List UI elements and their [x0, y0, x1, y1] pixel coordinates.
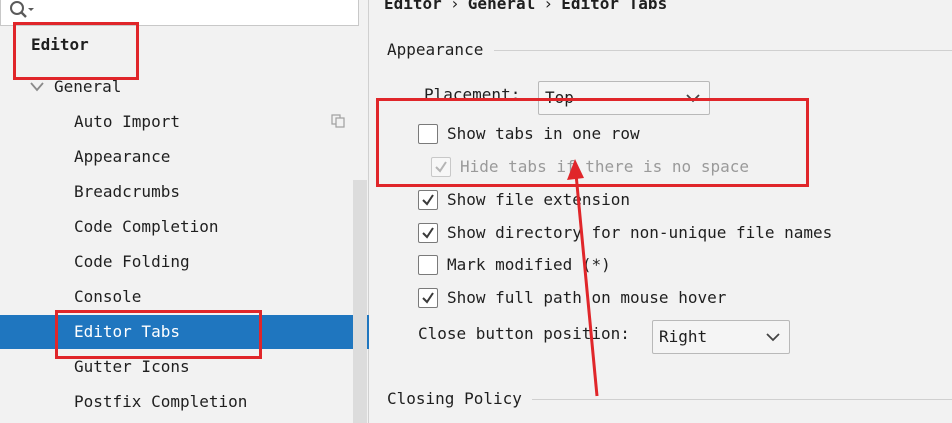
breadcrumb-item: Editor	[384, 0, 442, 13]
tree-item-code-folding[interactable]: Code Folding	[0, 245, 369, 279]
tree-item-label: Postfix Completion	[74, 392, 248, 411]
tree-item-editor[interactable]: Editor	[0, 28, 369, 62]
option-label: Show directory for non-unique file names	[447, 223, 833, 242]
option-label: Hide tabs if there is no space	[460, 157, 749, 176]
breadcrumb-item: General	[467, 0, 536, 13]
tree-item-label: Auto Import	[74, 112, 180, 131]
tree-item-label: General	[54, 77, 122, 96]
section-title-appearance: Appearance	[387, 40, 484, 59]
tree-item-code-completion[interactable]: Code Completion	[0, 210, 369, 244]
placement-value: Top	[545, 88, 574, 107]
tree-item-breadcrumbs[interactable]: Breadcrumbs	[0, 175, 369, 209]
breadcrumb-separator: ›	[543, 0, 554, 13]
settings-sidebar: Editor General Auto Import Appearance Br…	[0, 0, 369, 423]
show-directory-checkbox[interactable]	[418, 223, 438, 243]
tree-item-postfix-completion[interactable]: Postfix Completion	[0, 385, 369, 419]
tree-item-label: Gutter Icons	[74, 357, 190, 376]
checkmark-icon	[422, 227, 434, 239]
chevron-down-icon	[686, 94, 700, 103]
tree-item-label: Code Completion	[74, 217, 219, 236]
chevron-down-icon[interactable]	[30, 81, 44, 93]
section-title-closing-policy: Closing Policy	[387, 389, 522, 408]
checkmark-icon	[422, 194, 434, 206]
show-file-extension-checkbox[interactable]	[418, 190, 438, 210]
option-label: Show tabs in one row	[447, 124, 640, 143]
section-divider	[532, 399, 952, 400]
hide-tabs-if-no-space-checkbox	[431, 157, 451, 177]
tree-item-label: Appearance	[74, 147, 171, 166]
checkmark-icon	[422, 292, 434, 304]
tree-item-auto-import[interactable]: Auto Import	[0, 105, 369, 139]
option-label: Show full path on mouse hover	[447, 288, 727, 307]
placement-label: Placement:	[424, 85, 521, 104]
checkmark-icon	[435, 161, 447, 173]
show-tabs-in-one-row-checkbox[interactable]	[418, 124, 438, 144]
tree-item-general[interactable]: General	[0, 70, 369, 104]
placement-dropdown[interactable]: Top	[538, 81, 710, 115]
tree-item-label: Code Folding	[74, 252, 190, 271]
option-label: Mark modified (*)	[447, 255, 611, 274]
show-full-path-checkbox[interactable]	[418, 288, 438, 308]
tree-item-label: Breadcrumbs	[74, 182, 180, 201]
breadcrumb-separator: ›	[449, 0, 460, 13]
tree-item-label: Editor	[31, 35, 89, 54]
breadcrumb: Editor › General › Editor Tabs	[384, 0, 667, 14]
tree-item-label: Console	[74, 287, 142, 306]
tree-item-appearance[interactable]: Appearance	[0, 140, 369, 174]
breadcrumb-item: Editor Tabs	[561, 0, 668, 13]
chevron-down-icon	[766, 333, 780, 342]
close-button-position-value: Right	[659, 327, 708, 346]
close-button-position-label: Close button position:	[418, 324, 630, 343]
search-icon[interactable]	[7, 0, 37, 22]
section-divider	[494, 50, 952, 51]
tree-item-editor-tabs[interactable]: Editor Tabs	[0, 315, 369, 349]
settings-search-input[interactable]	[0, 0, 359, 26]
tree-item-console[interactable]: Console	[0, 280, 369, 314]
option-label: Show file extension	[447, 190, 631, 209]
tree-item-gutter-icons[interactable]: Gutter Icons	[0, 350, 369, 384]
tree-item-label: Editor Tabs	[74, 322, 180, 341]
editor-tabs-settings-panel: Editor › General › Editor Tabs Appearance Pl…	[370, 0, 952, 423]
close-button-position-dropdown[interactable]: Right	[652, 320, 790, 354]
mark-modified-checkbox[interactable]	[418, 255, 438, 275]
sidebar-scrollbar[interactable]	[353, 180, 367, 423]
copy-settings-icon	[331, 114, 345, 128]
